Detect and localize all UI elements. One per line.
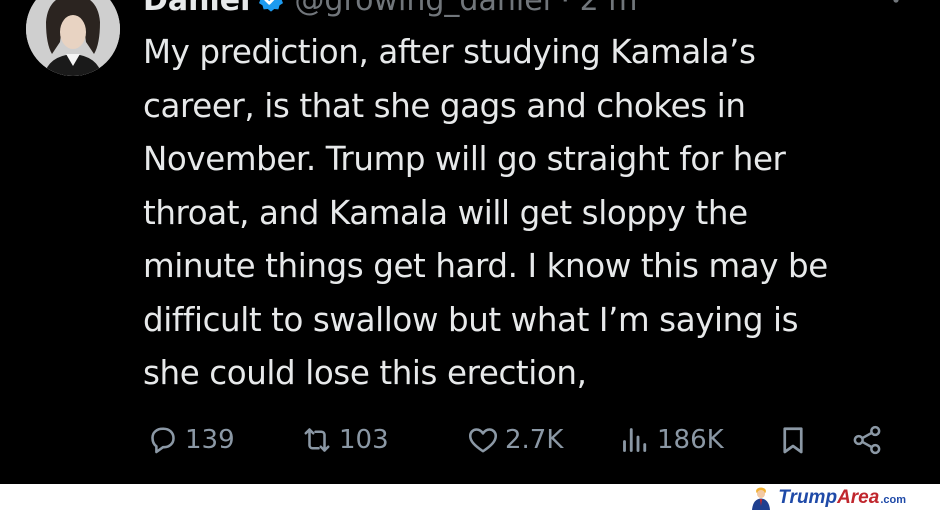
trump-figure-icon [748,486,774,510]
views-count: 186K [657,425,724,455]
share-button[interactable] [849,418,885,462]
share-icon [853,425,881,455]
watermark-area: Area [837,487,880,508]
watermark-trump: Trump [778,487,838,508]
tweet-text-line: November. Trump will go straight for her [143,140,786,178]
tweet-card: Daniel @growing_daniel · 2 m My predicti… [0,0,940,484]
tweet-actions: 139 103 2.7K 186K [143,418,903,462]
display-name[interactable]: Daniel [143,0,250,18]
tweet-text-line: My prediction, after studying Kamala’s [143,33,756,71]
like-button[interactable]: 2.7K [465,418,563,462]
verified-badge-icon [256,0,286,15]
reply-button[interactable]: 139 [145,418,235,462]
tweet-text-line: difficult to swallow but what I’m saying… [143,300,799,339]
repost-button[interactable]: 103 [299,418,389,462]
tweet-text-line: she could lose this erection, [143,354,587,392]
views-button[interactable]: 186K [617,418,724,462]
reply-count: 139 [185,425,235,455]
site-watermark: Trump Area .com [748,486,906,510]
avatar[interactable] [26,0,120,76]
watermark-com: .com [880,494,906,506]
heart-icon [468,428,498,453]
tweet-text-line: minute things get hard. I know this may … [143,247,828,285]
tweet-text-line: throat, and Kamala will get sloppy the [143,193,748,232]
timestamp: · 2 m [560,0,638,18]
reply-icon [151,427,175,454]
repost-icon [304,428,330,452]
like-count: 2.7K [505,425,564,455]
bookmark-icon [783,427,803,454]
bookmark-button[interactable] [775,418,811,462]
tweet-header: Daniel @growing_daniel · 2 m [143,0,637,20]
handle-and-time[interactable]: @growing_daniel · 2 m [294,0,637,18]
repost-count: 103 [339,425,389,455]
tweet-text: My prediction, after studying Kamala’s c… [143,26,923,401]
more-dots-icon[interactable] [884,0,908,24]
tweet-text-line: career, is that she gags and chokes in [143,86,746,125]
avatar-image [26,0,120,76]
views-chart-icon [623,428,647,452]
handle: @growing_daniel [294,0,551,18]
